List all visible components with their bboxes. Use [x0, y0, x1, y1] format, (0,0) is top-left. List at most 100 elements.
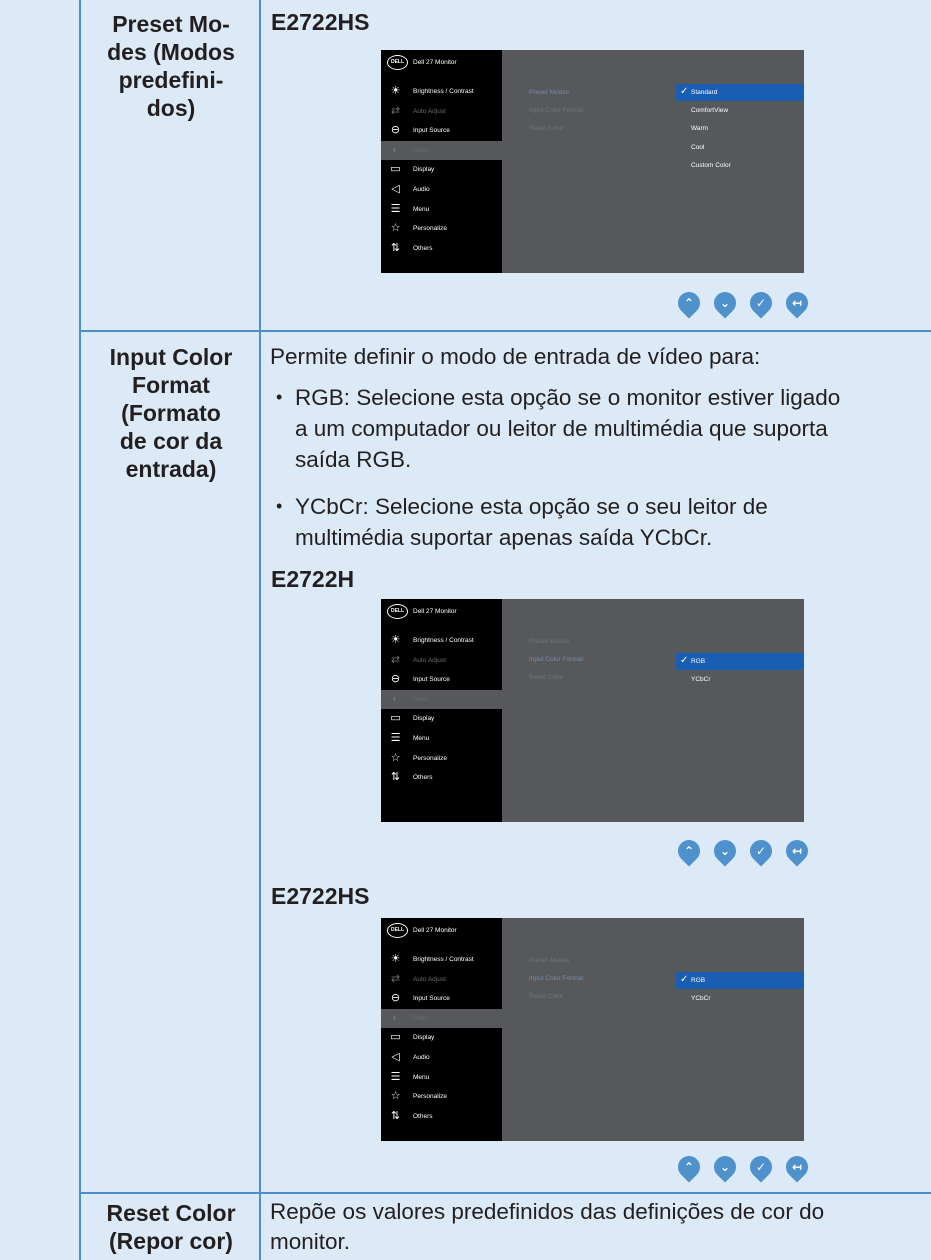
osd-menu-item[interactable]: ⇄ Auto Adjust — [381, 651, 502, 670]
osd-menu-item[interactable]: ☰ Menu — [381, 1068, 502, 1087]
osd-option[interactable]: ✓ RGB — [676, 972, 804, 989]
osd-menu-item[interactable]: ◐ Color — [381, 1008, 502, 1028]
menu-icon: ☰ — [390, 1070, 401, 1083]
audio-icon: ◁ — [391, 1051, 400, 1063]
osd-menu-item[interactable]: ⇅ Others — [381, 1107, 502, 1126]
osd-option-label: YCbCr — [691, 676, 711, 684]
osd-menu-label: Input Source — [413, 676, 450, 684]
menu-icon: ☰ — [390, 732, 401, 744]
osd-option[interactable]: YCbCr — [676, 671, 804, 688]
osd-menu-item[interactable]: ⇄ Auto Adjust — [381, 102, 502, 121]
osd-submenu-item[interactable]: Preset Modes — [529, 638, 569, 645]
osd-menu-item[interactable]: ▭ Display — [381, 709, 502, 728]
osd-menu-item[interactable]: ◐ Color — [381, 689, 502, 709]
down-button-icon: ⌄ — [709, 287, 741, 319]
osd-monitor-name: Dell 27 Monitor — [413, 608, 457, 615]
osd-menu-item[interactable]: ☆ Personalize — [381, 749, 502, 768]
others-icon: ⇅ — [390, 1109, 401, 1122]
osd-menu-label: Color — [413, 146, 429, 154]
personalize-icon: ☆ — [390, 222, 401, 235]
others-icon: ⇅ — [390, 241, 401, 254]
checkmark-icon: ✓ — [680, 86, 689, 97]
osd-menu-label: Menu — [413, 205, 430, 213]
osd-menu-item[interactable]: ☰ Menu — [381, 200, 502, 219]
osd-option-label: Standard — [691, 89, 718, 96]
menu-icon: ☰ — [390, 202, 401, 215]
setting-name-reset-color: Reset Color (Repor cor) — [106, 1200, 236, 1254]
osd-menu-label: Audio — [413, 186, 430, 193]
osd-menu-label: Personalize — [413, 754, 447, 762]
osd-menu-item[interactable]: ⇄ Auto Adjust — [381, 970, 502, 989]
osd-menu-item[interactable]: ⇅ Others — [381, 239, 502, 258]
row-divider-1 — [81, 330, 931, 332]
up-button-icon: ⌃ — [673, 287, 705, 319]
osd-menu-item[interactable]: ▭ Display — [381, 1028, 502, 1047]
osd-option[interactable]: ✓ Standard — [676, 84, 804, 101]
confirm-button-icon: ✓ — [745, 287, 777, 319]
osd-submenu-item[interactable]: Input Color Format — [529, 656, 583, 663]
osd-menu-item[interactable]: ⊖ Input Source — [381, 121, 502, 140]
osd-menu-item[interactable]: ◐ Color — [381, 140, 502, 160]
brightness-icon: ☀ — [390, 953, 401, 965]
osd-menu-item[interactable]: ⊖ Input Source — [381, 670, 502, 689]
row-divider-2 — [81, 1192, 931, 1194]
personalize-icon: ☆ — [390, 1090, 401, 1103]
osd-menu-item[interactable]: ⇅ Others — [381, 768, 502, 787]
osd-menu-label: Brightness / Contrast — [413, 956, 474, 963]
osd-screenshot-input-format-e2722h: DELL Dell 27 Monitor ☀ Brightness / Contras… — [381, 599, 804, 822]
osd-menu-label: Personalize — [413, 1093, 447, 1101]
osd-menu-label: Others — [413, 244, 433, 252]
back-button-icon: ↤ — [781, 1151, 813, 1183]
osd-menu-label: Color — [413, 695, 429, 703]
osd-menu-label: Brightness / Contrast — [413, 637, 474, 644]
dell-logo: DELL — [387, 604, 408, 619]
osd-menu-label: Brightness / Contrast — [413, 88, 474, 95]
osd-submenu-item[interactable]: Reset Color — [529, 674, 563, 681]
osd-menu-item[interactable]: ◁ Audio — [381, 1048, 502, 1067]
osd-menu-item[interactable]: ☀ Brightness / Contrast — [381, 82, 502, 101]
osd-menu-item[interactable]: ☀ Brightness / Contrast — [381, 950, 502, 969]
down-button-icon: ⌄ — [709, 835, 741, 867]
confirm-button-icon: ✓ — [745, 835, 777, 867]
table-column-divider — [259, 0, 261, 1260]
osd-option[interactable]: Warm — [676, 120, 804, 137]
osd-option[interactable]: YCbCr — [676, 990, 804, 1007]
osd-sidebar: DELL Dell 27 Monitor ☀ Brightness / Contras… — [381, 50, 502, 273]
bullet-dot: • — [276, 387, 283, 407]
color-icon: ◐ — [392, 143, 399, 156]
osd-submenu-item[interactable]: Preset Modes — [529, 957, 569, 964]
osd-option[interactable]: ✓ RGB — [676, 653, 804, 670]
osd-submenu-item[interactable]: Reset Color — [529, 125, 563, 132]
osd-menu-item[interactable]: ☆ Personalize — [381, 219, 502, 238]
osd-menu-label: Others — [413, 1112, 433, 1120]
osd-menu-item[interactable]: ◁ Audio — [381, 180, 502, 199]
input-source-icon: ⊖ — [390, 673, 401, 686]
osd-option-label: RGB — [691, 977, 706, 984]
osd-menu-label: Menu — [413, 1073, 430, 1081]
checkmark-icon: ✓ — [680, 655, 689, 666]
osd-submenu-item[interactable]: Reset Color — [529, 993, 563, 1000]
osd-menu-item[interactable]: ⊖ Input Source — [381, 989, 502, 1008]
osd-option-label: Cool — [691, 143, 705, 151]
osd-menu-item[interactable]: ☀ Brightness / Contrast — [381, 631, 502, 650]
osd-option[interactable]: Cool — [676, 139, 804, 156]
osd-submenu-item[interactable]: Input Color Format — [529, 975, 583, 982]
osd-menu-item[interactable]: ☆ Personalize — [381, 1087, 502, 1106]
osd-menu-item[interactable]: ▭ Display — [381, 160, 502, 179]
personalize-icon: ☆ — [390, 751, 401, 764]
osd-option[interactable]: Custom Color — [676, 157, 804, 174]
osd-menu-label: Display — [413, 166, 435, 174]
bullet-rgb-term: RGB: — [295, 385, 351, 410]
brightness-icon: ☀ — [390, 634, 401, 646]
osd-menu-item[interactable]: ☰ Menu — [381, 729, 502, 748]
bullet-rgb: • RGB: Selecione esta opção se o monitor… — [270, 382, 920, 475]
osd-option[interactable]: ComfortView — [676, 102, 804, 119]
setting-name-preset-modes: Preset Mo- des (Modos predefini- dos) — [107, 11, 235, 121]
osd-menu-label: Auto Adjust — [413, 656, 446, 664]
others-icon: ⇅ — [390, 771, 401, 784]
back-button-icon: ↤ — [781, 287, 813, 319]
auto-adjust-icon: ⇄ — [390, 104, 401, 117]
osd-submenu-item[interactable]: Input Color Format — [529, 107, 583, 114]
osd-submenu-item[interactable]: Preset Modes — [529, 89, 569, 96]
input-source-icon: ⊖ — [390, 124, 401, 137]
